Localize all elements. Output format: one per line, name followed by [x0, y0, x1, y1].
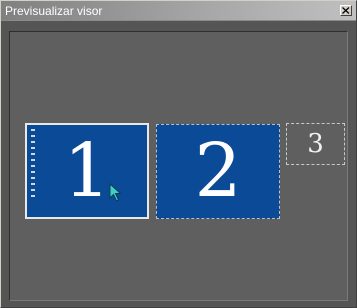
title-bar[interactable]: Previsualizar visor [1, 1, 356, 21]
window-title: Previsualizar visor [5, 4, 103, 18]
monitor-1[interactable]: 1 [25, 123, 149, 219]
preview-window: Previsualizar visor 1 2 3 [0, 0, 357, 308]
close-icon [342, 7, 350, 14]
monitor-2[interactable]: 2 [156, 124, 280, 219]
pointer-arrow-icon [109, 183, 122, 202]
close-button[interactable] [340, 5, 352, 16]
monitor-3[interactable]: 3 [286, 123, 345, 165]
monitor-3-label: 3 [307, 129, 324, 159]
monitor-layout-canvas: 1 2 3 [9, 31, 348, 301]
monitor-2-label: 2 [194, 128, 242, 214]
monitor-1-label: 1 [63, 128, 111, 214]
